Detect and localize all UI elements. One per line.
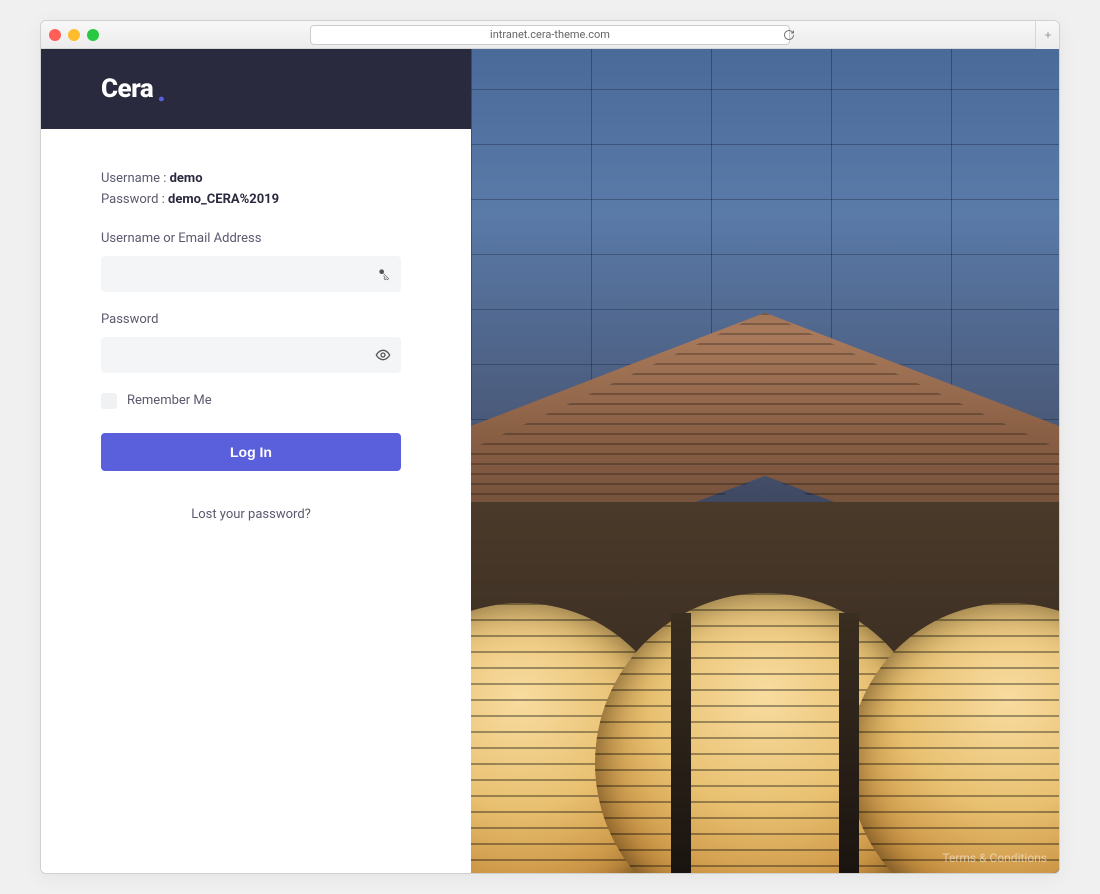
lost-password-link[interactable]: Lost your password?	[101, 507, 401, 522]
login-button[interactable]: Log In	[101, 433, 401, 471]
hint-password-label: Password :	[101, 192, 168, 207]
login-panel: Cera . Username : demo Password : demo_C…	[41, 49, 471, 873]
maximize-window-button[interactable]	[87, 29, 99, 41]
remember-me-label: Remember Me	[127, 393, 212, 408]
login-form: Username : demo Password : demo_CERA%201…	[41, 129, 471, 522]
terms-link[interactable]: Terms & Conditions	[942, 851, 1047, 865]
new-tab-button[interactable]	[1035, 21, 1059, 49]
hint-password-value: demo_CERA%2019	[168, 192, 279, 207]
password-field-wrap	[101, 337, 401, 373]
window-controls	[49, 29, 99, 41]
page-content: Cera . Username : demo Password : demo_C…	[41, 49, 1059, 873]
logo-bar: Cera .	[41, 49, 471, 129]
reload-icon	[783, 29, 795, 41]
username-label: Username or Email Address	[101, 231, 411, 246]
username-input[interactable]	[111, 256, 365, 292]
reload-button[interactable]	[779, 25, 799, 45]
username-field-wrap	[101, 256, 401, 292]
plus-icon	[1043, 30, 1053, 40]
logo-dot: .	[157, 75, 165, 108]
password-input[interactable]	[111, 337, 365, 373]
remember-me-row[interactable]: Remember Me	[101, 393, 411, 409]
address-bar[interactable]: intranet.cera-theme.com	[310, 25, 790, 45]
address-bar-url: intranet.cera-theme.com	[490, 28, 610, 41]
key-icon[interactable]	[377, 267, 391, 281]
hint-username-label: Username :	[101, 171, 170, 186]
browser-toolbar: intranet.cera-theme.com	[41, 21, 1059, 49]
hero-pillar-right	[839, 613, 859, 873]
password-label: Password	[101, 312, 411, 327]
hero-pillar-left	[671, 613, 691, 873]
credentials-hint: Username : demo Password : demo_CERA%201…	[101, 169, 411, 211]
minimize-window-button[interactable]	[68, 29, 80, 41]
hero-arch-right	[849, 603, 1059, 873]
close-window-button[interactable]	[49, 29, 61, 41]
eye-icon[interactable]	[375, 347, 391, 363]
hero-image: Terms & Conditions	[471, 49, 1059, 873]
browser-window: intranet.cera-theme.com Cera . Username …	[40, 20, 1060, 874]
remember-me-checkbox[interactable]	[101, 393, 117, 409]
logo-text: Cera	[101, 74, 153, 104]
hint-username-value: demo	[170, 171, 203, 186]
